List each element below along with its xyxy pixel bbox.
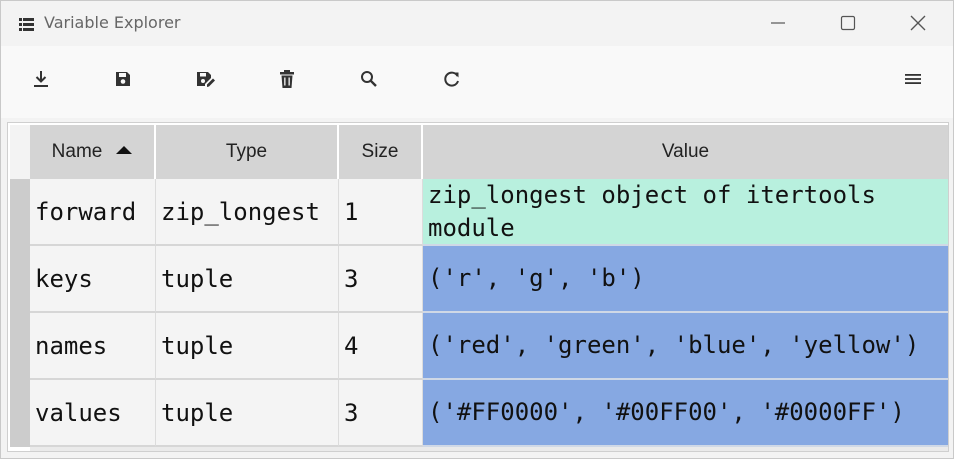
window-title: Variable Explorer <box>44 13 181 32</box>
save-icon <box>116 72 130 86</box>
minimize-icon <box>771 22 785 24</box>
table-row-name-cell[interactable]: forward <box>30 179 156 246</box>
row-header[interactable] <box>10 179 30 246</box>
column-header-size-label: Size <box>361 141 399 162</box>
table-corner <box>10 125 30 179</box>
table-row-size-cell[interactable]: 4 <box>339 313 423 380</box>
options-menu-icon <box>905 74 921 84</box>
close-icon <box>910 15 926 31</box>
options-menu-button[interactable] <box>902 68 924 90</box>
table-row-size-cell[interactable]: 3 <box>339 380 423 447</box>
table-row-size-cell[interactable]: 1 <box>339 179 423 246</box>
table-row-value-cell[interactable]: ('red', 'green', 'blue', 'yellow') <box>423 313 948 380</box>
row-header[interactable] <box>10 313 30 380</box>
column-header-name[interactable]: Name <box>30 125 156 179</box>
table-row-name-cell[interactable]: keys <box>30 246 156 313</box>
minimize-button[interactable] <box>743 1 813 46</box>
column-header-value[interactable]: Value <box>423 125 948 179</box>
download-icon <box>34 71 48 87</box>
horizontal-scrollbar-track[interactable] <box>30 447 948 451</box>
table-row-type-cell[interactable]: tuple <box>156 313 339 380</box>
table-row-type-cell[interactable]: zip_longest <box>156 179 339 246</box>
table-row-name-cell[interactable]: values <box>30 380 156 447</box>
save-data-as-button[interactable] <box>194 68 216 90</box>
table-row-value-cell[interactable]: ('#FF0000', '#00FF00', '#0000FF') <box>423 380 948 447</box>
row-header[interactable] <box>10 246 30 313</box>
refresh-variables-button[interactable] <box>441 68 463 90</box>
column-header-type[interactable]: Type <box>156 125 339 179</box>
column-header-type-label: Type <box>225 141 268 162</box>
close-button[interactable] <box>883 1 953 46</box>
sort-ascending-icon <box>116 146 133 154</box>
save-data-button[interactable] <box>112 68 134 90</box>
column-header-name-label: Name <box>51 141 103 162</box>
table-row-value-cell[interactable]: ('r', 'g', 'b') <box>423 246 948 313</box>
title-bar[interactable]: Variable Explorer <box>1 1 953 46</box>
refresh-icon <box>444 71 459 87</box>
search-variables-button[interactable] <box>358 68 380 90</box>
table-row-value-cell[interactable]: zip_longest object of itertools module <box>423 179 948 246</box>
save-as-icon <box>197 72 215 87</box>
column-header-size[interactable]: Size <box>339 125 423 179</box>
remove-all-variables-button[interactable] <box>276 68 298 90</box>
toolbar <box>1 46 953 118</box>
variable-explorer-window: Variable Explorer Name Type Size Value f… <box>0 0 954 459</box>
variables-table: Name Type Size Value forward zip_longest… <box>7 122 949 452</box>
search-icon <box>361 71 377 87</box>
table-row-size-cell[interactable]: 3 <box>339 246 423 313</box>
maximize-button[interactable] <box>813 1 883 46</box>
column-header-value-label: Value <box>661 141 710 162</box>
table-row-type-cell[interactable]: tuple <box>156 380 339 447</box>
list-icon <box>19 16 34 31</box>
row-header[interactable] <box>10 380 30 447</box>
delete-icon <box>280 70 294 88</box>
maximize-icon <box>840 15 856 31</box>
import-data-button[interactable] <box>30 68 52 90</box>
table-row-type-cell[interactable]: tuple <box>156 246 339 313</box>
table-row-name-cell[interactable]: names <box>30 313 156 380</box>
